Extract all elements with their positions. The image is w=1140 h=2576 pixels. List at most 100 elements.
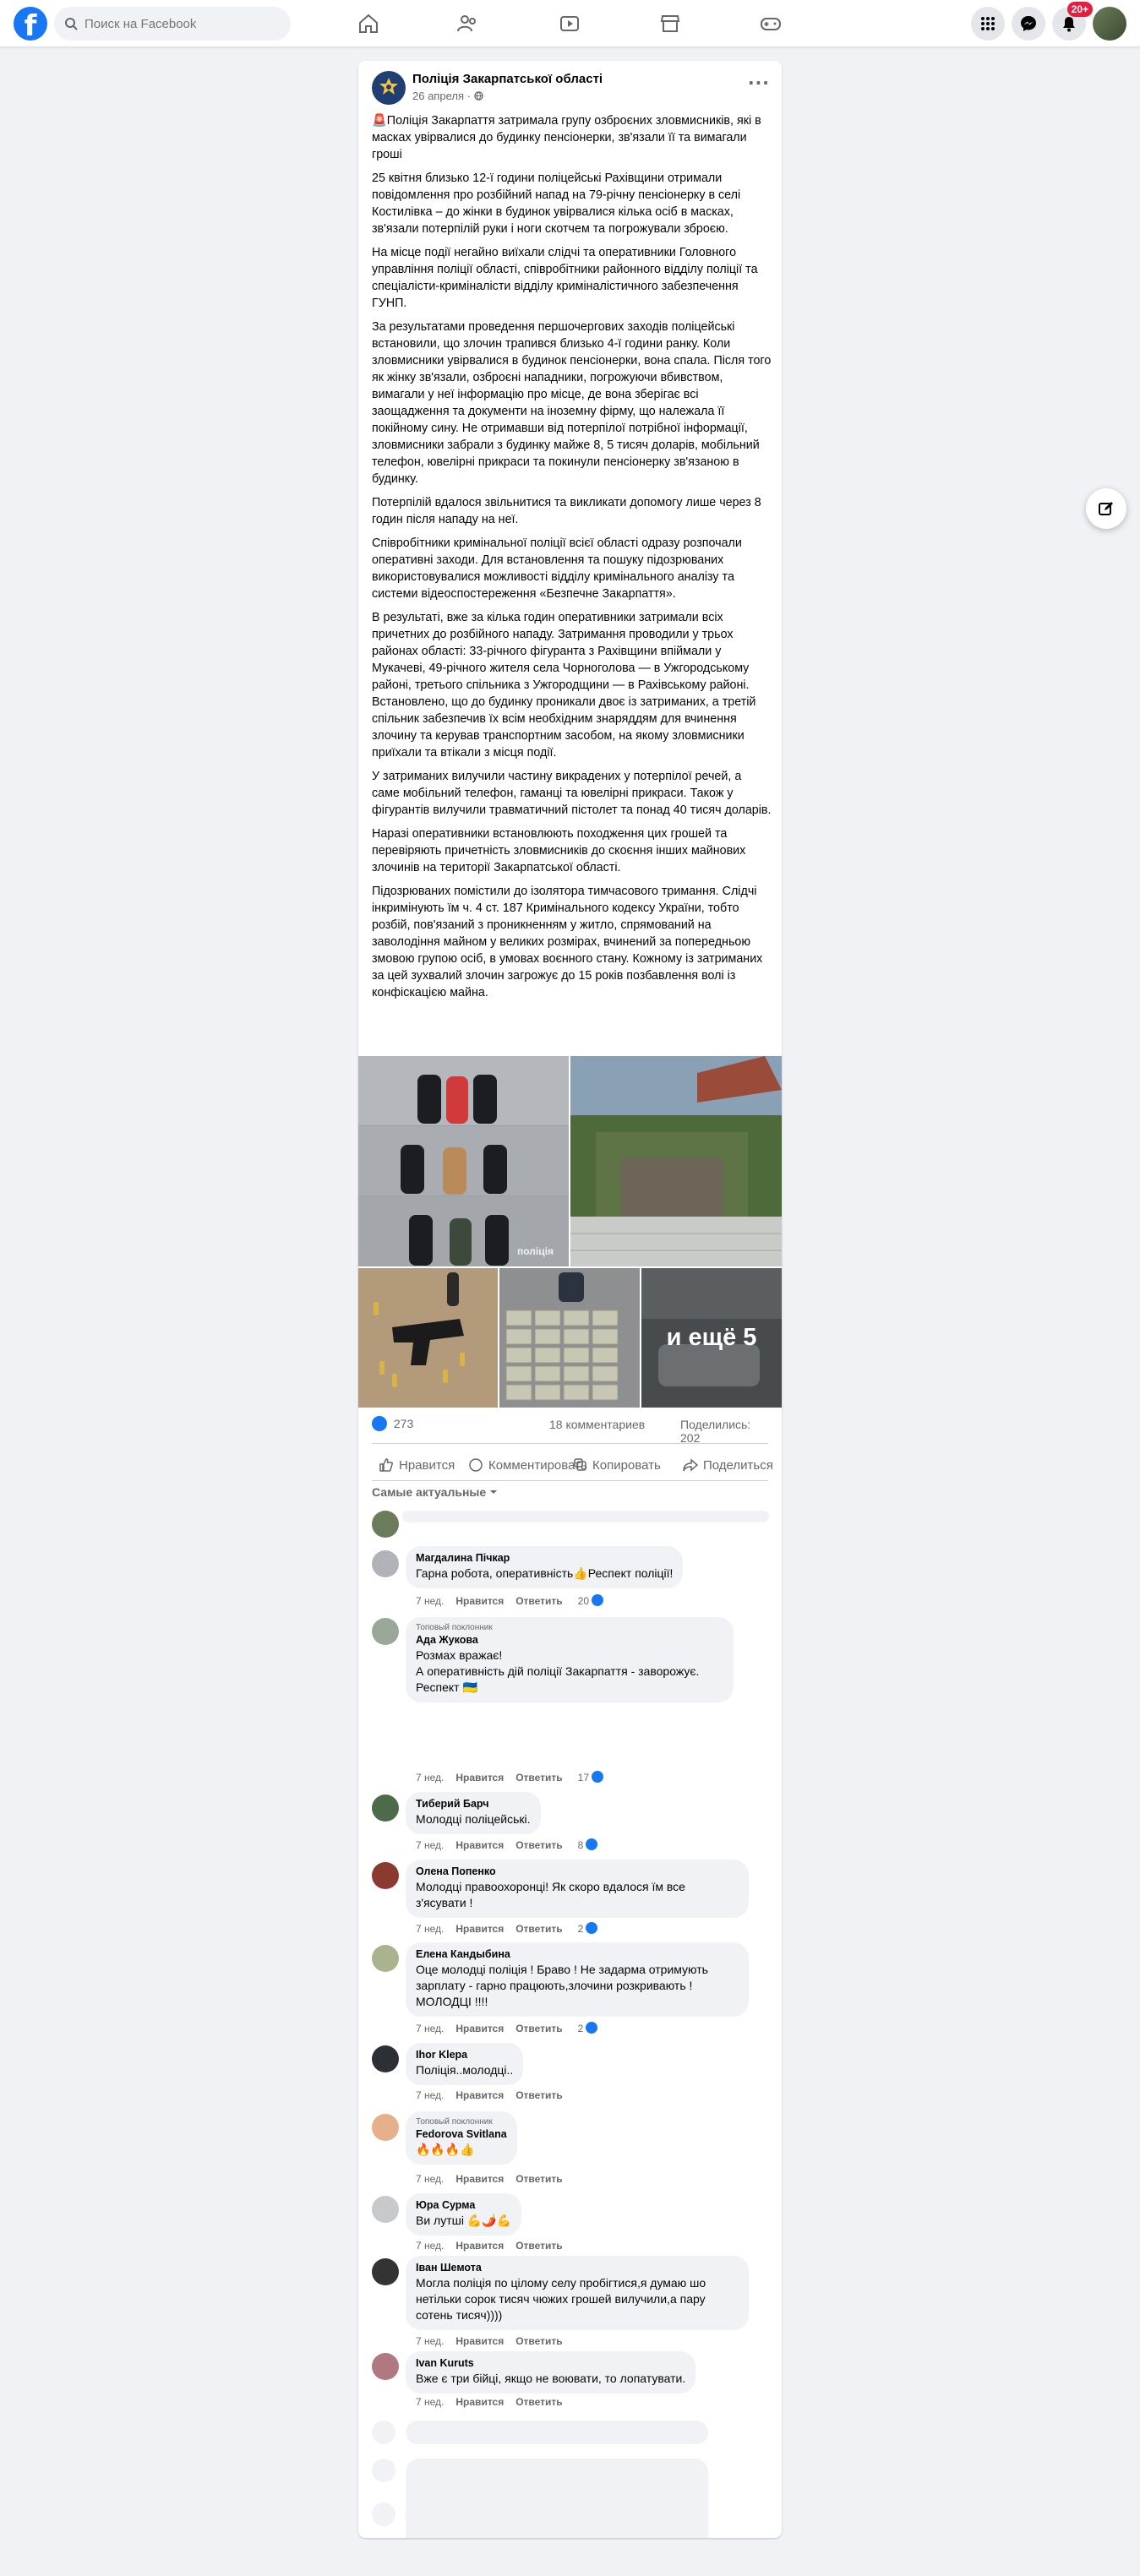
comment-reply-button[interactable]: Ответить [515, 1923, 562, 1935]
commenter-name[interactable]: Елена Кандыбина [416, 1948, 739, 1960]
post-card: Поліція Закарпатської області 26 апреля … [358, 61, 782, 2538]
commenter-avatar[interactable] [372, 2353, 399, 2380]
comment-button[interactable]: Комментировать [468, 1450, 587, 1480]
copy-button[interactable]: Копировать [574, 1450, 661, 1480]
comment-actions: 7 нед. Нравится Ответить 17 [416, 1771, 604, 1784]
search-box[interactable] [54, 7, 291, 41]
post-paragraph: 25 квітня близько 12-ї години поліцейськ… [372, 172, 741, 236]
search-input[interactable] [85, 7, 279, 41]
commenter-avatar[interactable] [372, 1945, 399, 1972]
commenter-name[interactable]: Ivan Kuruts [416, 2357, 685, 2369]
comment-like-button[interactable]: Нравится [455, 1595, 504, 1607]
comment-time[interactable]: 7 нед. [416, 2396, 444, 2408]
comment-reply-button[interactable]: Ответить [515, 2023, 562, 2034]
comment-like-icon [592, 1594, 604, 1606]
menu-button[interactable] [971, 7, 1005, 41]
comment-like-icon [586, 1922, 598, 1934]
page-avatar[interactable] [372, 71, 406, 105]
commenter-avatar[interactable] [372, 2045, 399, 2072]
comment-time[interactable]: 7 нед. [416, 2089, 444, 2101]
comment-actions: 7 нед. Нравится Ответить 2 [416, 2022, 598, 2034]
photo-pistol[interactable] [358, 1268, 498, 1408]
globe-icon [473, 91, 483, 101]
comment-input[interactable] [402, 1511, 769, 1522]
commenter-avatar[interactable] [372, 1550, 399, 1577]
house-photo [570, 1056, 782, 1266]
photo-detainees[interactable] [358, 1056, 569, 1266]
more-options-icon[interactable]: ··· [748, 73, 770, 93]
commenter-name[interactable]: Ihor Klepa [416, 2049, 513, 2061]
divider [372, 1443, 768, 1444]
commenter-name[interactable]: Магдалина Пічкар [416, 1552, 673, 1564]
commenter-avatar[interactable] [372, 2114, 399, 2141]
comment-like-button[interactable]: Нравится [455, 1839, 504, 1851]
commenter-name[interactable]: Fedorova Svitlana [416, 2128, 507, 2140]
nav-marketplace[interactable] [623, 0, 717, 47]
commenter-avatar[interactable] [372, 1618, 399, 1645]
comment-like-button[interactable]: Нравится [455, 1923, 504, 1935]
new-message-button[interactable] [1086, 488, 1126, 529]
divider [372, 1480, 768, 1481]
commenter-name[interactable]: Юра Сурма [416, 2199, 511, 2211]
comment-time[interactable]: 7 нед. [416, 1839, 444, 1851]
comment-like-button[interactable]: Нравится [455, 2240, 504, 2252]
nav-video[interactable] [522, 0, 617, 47]
comment-like-button[interactable]: Нравится [455, 2396, 504, 2408]
like-button[interactable]: Нравится [379, 1450, 455, 1480]
comment-time[interactable]: 7 нед. [416, 2240, 444, 2252]
comment-time[interactable]: 7 нед. [416, 1923, 444, 1935]
comment-text: Вже є три бійці, якщо не воювати, то лоп… [416, 2372, 686, 2385]
account-avatar[interactable] [1093, 7, 1126, 41]
comment-time[interactable]: 7 нед. [416, 1595, 444, 1607]
commenter-name[interactable]: Іван Шемота [416, 2262, 739, 2274]
share-count[interactable]: Поделились: 202 [680, 1418, 769, 1445]
comment-bubble: Юра Сурма Ви лутші 💪🌶️💪 [406, 2193, 522, 2236]
notifications-button[interactable]: 20+ [1052, 2, 1093, 41]
share-button[interactable]: Поделиться [683, 1450, 773, 1480]
comment-like-icon [586, 1838, 598, 1850]
comment-time[interactable]: 7 нед. [416, 2335, 444, 2347]
comment-text: 🔥🔥🔥👍 [416, 2143, 475, 2156]
post-paragraph: Підозрюваних помістили до ізолятора тимч… [372, 885, 763, 999]
comment-reply-button[interactable]: Ответить [515, 2173, 562, 2185]
comment-bubble: Іван Шемота Могла поліція по цілому селу… [406, 2256, 749, 2330]
comment-reply-button[interactable]: Ответить [515, 2396, 562, 2408]
comment-like-button[interactable]: Нравится [455, 2089, 504, 2101]
comment-reply-button[interactable]: Ответить [515, 1839, 562, 1851]
comment-time[interactable]: 7 нед. [416, 2023, 444, 2034]
comment-time[interactable]: 7 нед. [416, 1772, 444, 1784]
nav-friends[interactable] [420, 0, 515, 47]
photo-house[interactable] [570, 1056, 782, 1266]
commenter-avatar[interactable] [372, 2258, 399, 2285]
comment-sort-dropdown[interactable]: Самые актуальные [372, 1485, 498, 1499]
comment-like-button[interactable]: Нравится [455, 2023, 504, 2034]
commenter-avatar[interactable] [372, 1862, 399, 1889]
bell-icon [1063, 17, 1075, 32]
nav-home[interactable] [321, 0, 416, 47]
comment-like-button[interactable]: Нравится [455, 2173, 504, 2185]
comment-reply-button[interactable]: Ответить [515, 2240, 562, 2252]
comment-reply-button[interactable]: Ответить [515, 1595, 562, 1607]
comment-reply-button[interactable]: Ответить [515, 1772, 562, 1784]
comment-like-button[interactable]: Нравится [455, 1772, 504, 1784]
comment-reply-button[interactable]: Ответить [515, 2335, 562, 2347]
search-icon [65, 18, 78, 30]
comment-bubble: Ivan Kuruts Вже є три бійці, якщо не вою… [406, 2351, 696, 2394]
commenter-name[interactable]: Тиберий Барч [416, 1798, 531, 1810]
comment-reply-button[interactable]: Ответить [515, 2089, 562, 2101]
comment-count[interactable]: 18 комментариев [549, 1418, 645, 1431]
commenter-name[interactable]: Ада Жукова [416, 1634, 723, 1646]
facebook-logo[interactable]: f [14, 7, 47, 41]
comment-time[interactable]: 7 нед. [416, 2173, 444, 2185]
post-author[interactable]: Поліція Закарпатської області [412, 72, 603, 86]
messenger-button[interactable] [1012, 7, 1045, 41]
comment-actions: 7 нед. Нравится Ответить [416, 2335, 578, 2347]
comment-icon [469, 1458, 483, 1472]
commenter-name[interactable]: Олена Попенко [416, 1865, 739, 1877]
reaction-count[interactable]: 273 [394, 1417, 413, 1430]
post-date[interactable]: 26 апреля [412, 90, 464, 102]
comment-like-button[interactable]: Нравится [455, 2335, 504, 2347]
nav-gaming[interactable] [723, 0, 818, 47]
commenter-avatar[interactable] [372, 1794, 399, 1822]
commenter-avatar[interactable] [372, 2196, 399, 2223]
